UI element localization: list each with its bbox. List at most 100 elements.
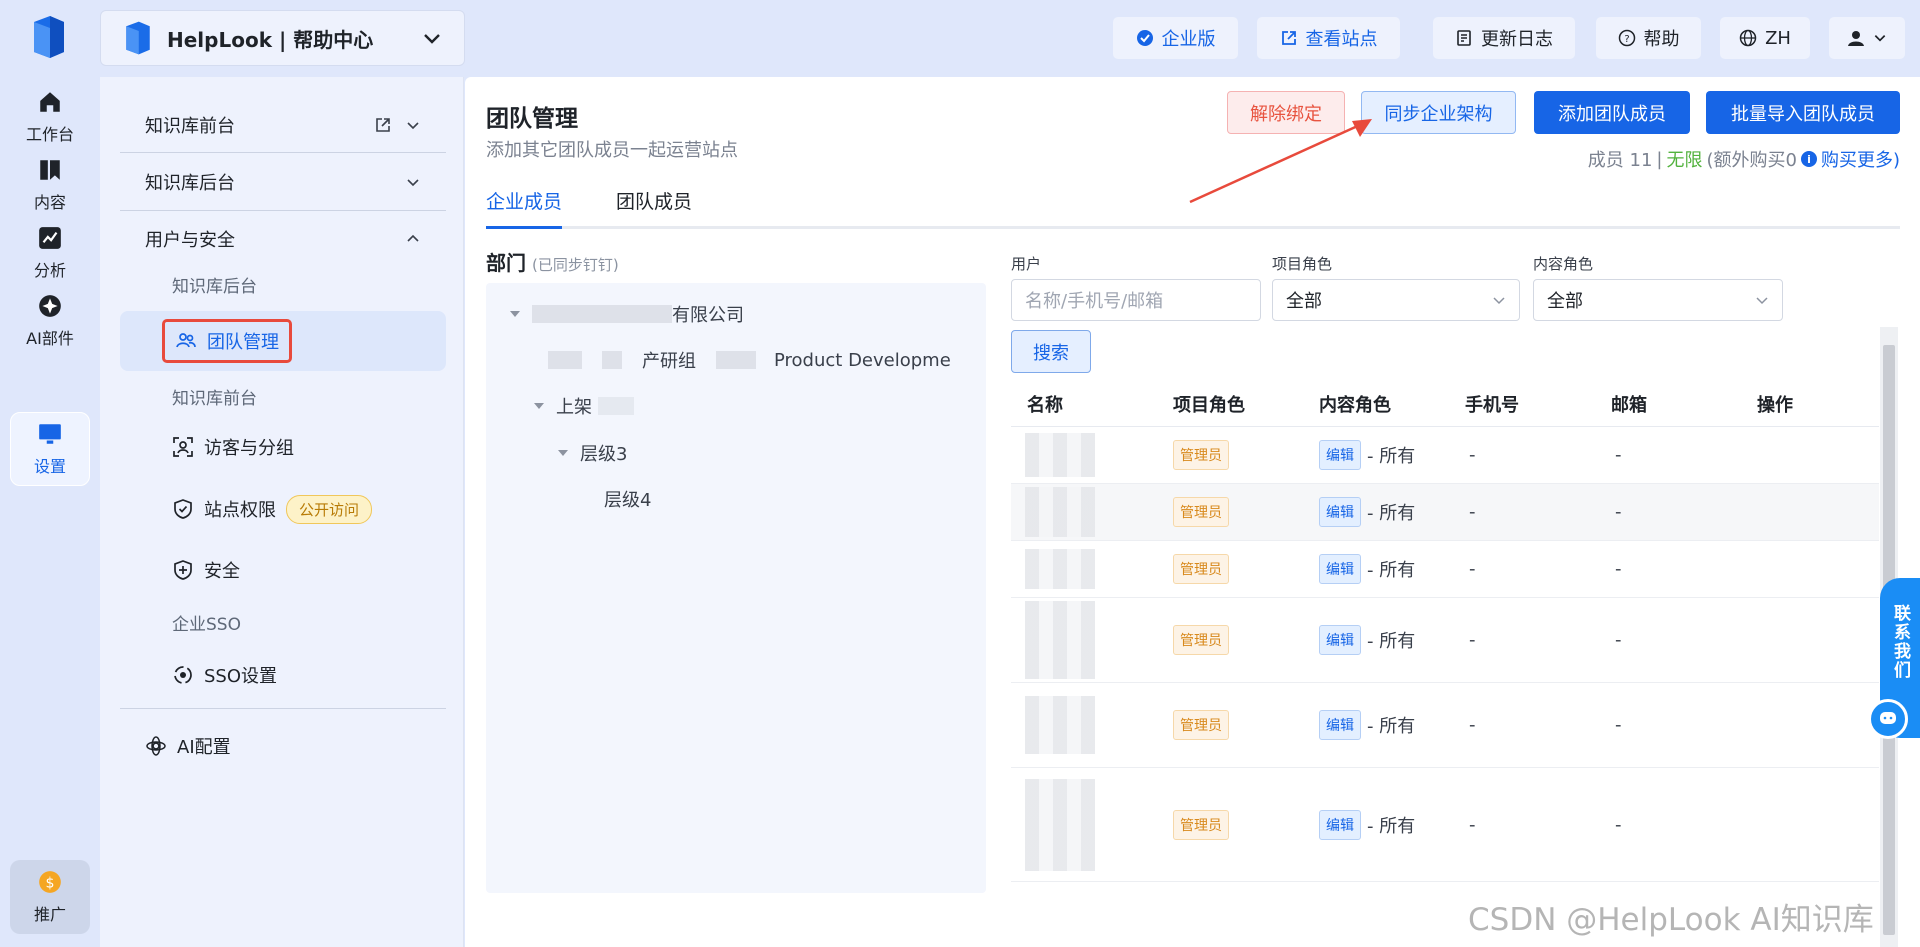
tab-team-members[interactable]: 团队成员 — [616, 187, 692, 229]
view-site-label: 查看站点 — [1305, 29, 1378, 50]
changelog-icon — [1457, 30, 1471, 46]
ai-widget-icon — [39, 295, 61, 317]
redacted-text — [548, 351, 582, 369]
column-header: 名称 — [1027, 395, 1063, 416]
search-button[interactable]: 搜索 — [1011, 330, 1091, 373]
project-switcher[interactable]: HelpLook | 帮助中心 — [100, 10, 465, 66]
settings-sidebar: 知识库前台 知识库后台 用户与安全 知识库后台 团队管理 知识库前台 访客与分组… — [100, 77, 464, 947]
dept-tree: 有限公司 产研组 Product Developme 上架 层级3 层级4 — [486, 283, 986, 893]
info-icon[interactable]: i — [1800, 151, 1817, 167]
enterprise-label: 企业版 — [1161, 29, 1216, 50]
language-button[interactable]: ZH — [1720, 17, 1810, 59]
buy-more-link[interactable]: 购买更多) — [1821, 146, 1900, 172]
redacted-text — [716, 351, 756, 369]
rail-item-ai-widget[interactable]: AI部件 — [10, 284, 90, 358]
contact-us-label: 联系我们 — [1890, 604, 1910, 680]
project-role-select[interactable]: 全部 — [1272, 279, 1520, 321]
verified-icon — [1136, 30, 1153, 46]
project-role-tag: 管理员 — [1173, 809, 1229, 840]
user-search-input[interactable]: 名称/手机号/邮箱 — [1011, 279, 1261, 321]
content-role-tag: 编辑 — [1319, 554, 1361, 584]
external-link-icon[interactable] — [374, 116, 392, 134]
phone-cell: - — [1469, 814, 1476, 835]
coin-icon: $ — [39, 871, 61, 893]
watermark: CSDN @HelpLook AI知识库 — [1468, 902, 1874, 938]
phone-cell: - — [1469, 501, 1476, 523]
sidebar-group-backend[interactable]: 知识库后台 — [120, 154, 446, 210]
tree-node-level4[interactable]: 层级4 — [604, 486, 651, 512]
user-menu-button[interactable] — [1829, 17, 1905, 59]
project-role-tag: 管理员 — [1173, 710, 1229, 740]
divider — [120, 708, 446, 709]
avatar — [1025, 601, 1095, 679]
extra-purchased: (额外购买0 — [1706, 150, 1797, 171]
content-scope: - 所有 — [1367, 716, 1416, 737]
table-header: 名称 项目角色 内容角色 手机号 邮箱 操作 — [1011, 377, 1879, 427]
dept-title: 部门 — [486, 251, 526, 275]
separator: | — [1656, 148, 1663, 170]
tree-node-rd[interactable]: 产研组 Product Developme — [548, 347, 951, 373]
table-row[interactable]: 管理员 编辑 - 所有 - - — [1011, 598, 1879, 683]
help-button[interactable]: ? 帮助 — [1596, 17, 1701, 59]
helplook-logo-icon — [126, 21, 150, 55]
table-row[interactable]: 管理员 编辑 - 所有 - - — [1011, 541, 1879, 598]
column-header: 内容角色 — [1319, 395, 1391, 416]
icon-rail: 工作台 内容 分析 AI部件 设置 $ 推广 — [0, 0, 100, 947]
rail-item-analytics[interactable]: 分析 — [10, 216, 90, 290]
sidebar-group-frontend[interactable]: 知识库前台 — [120, 97, 446, 153]
caret-down-icon[interactable] — [510, 311, 520, 317]
email-cell: - — [1615, 558, 1622, 580]
view-site-button[interactable]: 查看站点 — [1257, 17, 1400, 59]
caret-down-icon[interactable] — [534, 403, 544, 409]
chevron-down-icon — [407, 179, 419, 187]
caret-down-icon[interactable] — [558, 450, 568, 456]
content-role-tag: 编辑 — [1319, 710, 1361, 740]
sidebar-item-team[interactable]: 团队管理 — [120, 311, 446, 371]
tree-node-label: 层级3 — [580, 444, 628, 465]
chevron-down-icon — [1493, 297, 1505, 305]
add-member-button[interactable]: 添加团队成员 — [1534, 91, 1690, 134]
tab-enterprise-members[interactable]: 企业成员 — [486, 187, 562, 229]
sso-icon — [174, 666, 192, 684]
sidebar-subheading-label: 知识库后台 — [172, 276, 257, 297]
tree-node-level3[interactable]: 层级3 — [558, 440, 627, 466]
sidebar-item-visitors[interactable]: 访客与分组 — [120, 422, 446, 472]
team-icon — [176, 333, 196, 348]
redacted-text — [598, 397, 634, 415]
table-row[interactable]: 管理员 编辑 - 所有 - - — [1011, 427, 1879, 484]
table-row[interactable]: 管理员 编辑 - 所有 - - — [1011, 768, 1879, 882]
avatar — [1025, 696, 1095, 754]
sidebar-item-sso-settings[interactable]: SSO设置 — [120, 650, 446, 700]
bulk-import-button[interactable]: 批量导入团队成员 — [1706, 91, 1900, 134]
shield-plus-icon — [174, 560, 192, 580]
members-table: 名称 项目角色 内容角色 手机号 邮箱 操作 管理员 编辑 - 所有 - - 管理… — [1011, 377, 1879, 882]
rail-item-settings[interactable]: 设置 — [10, 412, 90, 486]
tree-node-shangjia[interactable]: 上架 — [534, 393, 634, 419]
table-row[interactable]: 管理员 编辑 - 所有 - - — [1011, 484, 1879, 541]
phone-cell: - — [1469, 558, 1476, 580]
chat-button[interactable] — [1868, 699, 1908, 739]
rail-item-promote[interactable]: $ 推广 — [10, 860, 90, 934]
rail-item-workbench[interactable]: 工作台 — [10, 80, 90, 154]
tree-node-company[interactable]: 有限公司 — [510, 301, 744, 327]
sidebar-subheading-label: 企业SSO — [172, 614, 241, 635]
phone-cell: - — [1469, 444, 1476, 466]
rail-item-content[interactable]: 内容 — [10, 148, 90, 222]
rail-item-label: 推广 — [33, 905, 66, 924]
changelog-button[interactable]: 更新日志 — [1433, 17, 1575, 59]
tree-node-label: 层级4 — [604, 490, 652, 511]
help-label: 帮助 — [1643, 29, 1680, 50]
sidebar-item-security[interactable]: 安全 — [120, 545, 446, 595]
project-role-tag: 管理员 — [1173, 554, 1229, 584]
sidebar-group-ai-config[interactable]: AI配置 — [120, 718, 446, 774]
globe-icon — [1739, 29, 1757, 47]
project-role-tag: 管理员 — [1173, 440, 1229, 470]
enterprise-button[interactable]: 企业版 — [1113, 17, 1238, 59]
user-filter-label: 用户 — [1011, 255, 1042, 273]
email-cell: - — [1615, 714, 1622, 736]
sidebar-item-site-permission[interactable]: 站点权限 公开访问 — [120, 484, 446, 534]
sidebar-group-label: 知识库前台 — [145, 116, 235, 137]
content-role-select[interactable]: 全部 — [1533, 279, 1783, 321]
table-row[interactable]: 管理员 编辑 - 所有 - - — [1011, 683, 1879, 768]
highlight-box: 团队管理 — [162, 319, 292, 363]
